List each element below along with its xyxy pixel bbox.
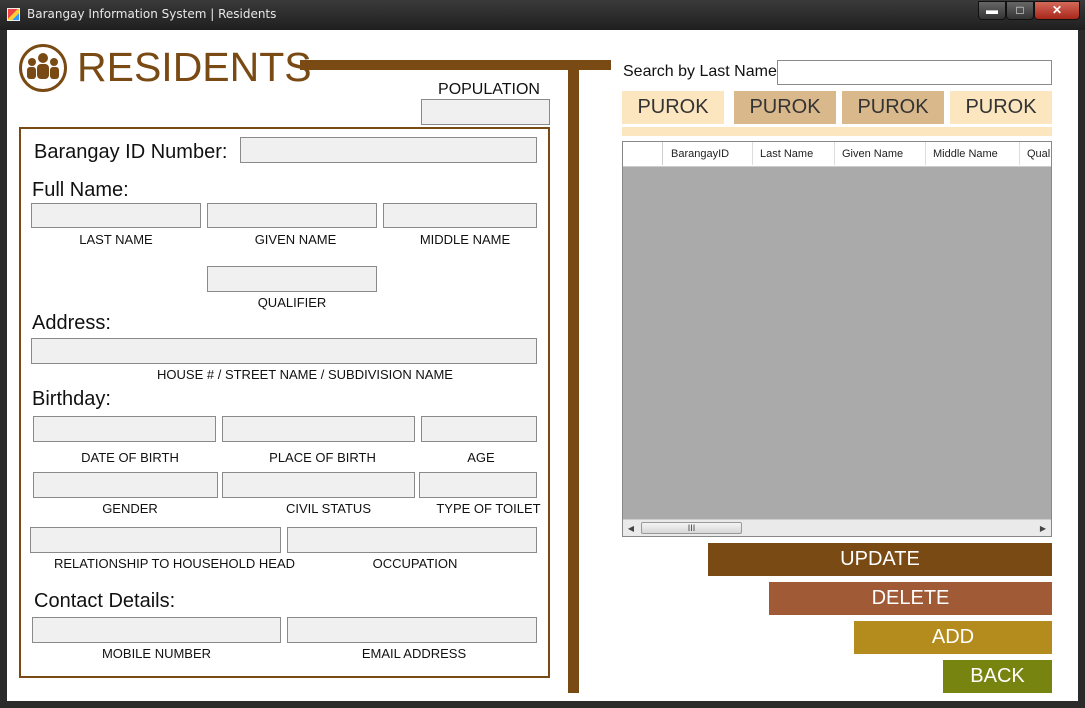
occupation-input[interactable] xyxy=(287,527,537,553)
qualifier-input[interactable] xyxy=(207,266,377,292)
qualifier-caption: QUALIFIER xyxy=(257,295,327,310)
middle-name-input[interactable] xyxy=(383,203,537,228)
relationship-caption: RELATIONSHIP TO HOUSEHOLD HEAD xyxy=(53,556,296,571)
full-name-label: Full Name: xyxy=(32,179,129,201)
grid-corner-cell[interactable] xyxy=(623,142,663,165)
purok-tab-2[interactable]: PUROK xyxy=(734,91,836,124)
age-input[interactable] xyxy=(421,416,537,442)
birthday-label: Birthday: xyxy=(32,388,111,410)
grid-header: BarangayID Last Name Given Name Middle N… xyxy=(623,142,1051,167)
window-titlebar: Barangay Information System | Residents … xyxy=(0,0,1085,30)
delete-button[interactable]: DELETE xyxy=(769,582,1052,615)
last-name-input[interactable] xyxy=(31,203,201,228)
population-field[interactable] xyxy=(421,99,550,125)
purok-strip xyxy=(622,127,1052,136)
gender-caption: GENDER xyxy=(102,501,158,516)
grid-horizontal-scrollbar[interactable]: ◀ III ▶ xyxy=(623,519,1051,536)
mobile-number-input[interactable] xyxy=(32,617,281,643)
middle-name-caption: MIDDLE NAME xyxy=(419,232,511,247)
occupation-caption: OCCUPATION xyxy=(372,556,458,571)
residents-icon xyxy=(19,44,67,92)
place-of-birth-caption: PLACE OF BIRTH xyxy=(269,450,376,465)
address-input[interactable] xyxy=(31,338,537,364)
place-of-birth-input[interactable] xyxy=(222,416,415,442)
given-name-input[interactable] xyxy=(207,203,377,228)
given-name-caption: GIVEN NAME xyxy=(254,232,337,247)
address-label: Address: xyxy=(32,312,111,334)
add-button[interactable]: ADD xyxy=(854,621,1052,654)
update-button[interactable]: UPDATE xyxy=(708,543,1052,576)
address-caption: HOUSE # / STREET NAME / SUBDIVISION NAME xyxy=(157,367,453,382)
email-address-input[interactable] xyxy=(287,617,537,643)
purok-tab-3[interactable]: PUROK xyxy=(842,91,944,124)
mobile-number-caption: MOBILE NUMBER xyxy=(101,646,212,661)
scroll-right-icon[interactable]: ▶ xyxy=(1036,521,1050,536)
date-of-birth-input[interactable] xyxy=(33,416,216,442)
search-last-name-input[interactable] xyxy=(777,60,1052,85)
window-title: Barangay Information System | Residents xyxy=(27,7,277,21)
date-of-birth-caption: DATE OF BIRTH xyxy=(81,450,179,465)
app-icon xyxy=(7,8,20,21)
column-header-middle-name[interactable]: Middle Name xyxy=(926,142,1020,165)
residents-grid[interactable]: BarangayID Last Name Given Name Middle N… xyxy=(622,141,1052,537)
column-header-given-name[interactable]: Given Name xyxy=(835,142,926,165)
decorative-bar-horizontal xyxy=(300,60,611,70)
contact-details-label: Contact Details: xyxy=(34,590,176,612)
civil-status-caption: CIVIL STATUS xyxy=(286,501,371,516)
population-label: POPULATION xyxy=(438,81,540,98)
last-name-caption: LAST NAME xyxy=(79,232,153,247)
purok-tab-4[interactable]: PUROK xyxy=(950,91,1052,124)
search-label: Search by Last Name: xyxy=(623,63,782,80)
minimize-button[interactable]: ▬ xyxy=(978,1,1006,20)
scroll-thumb[interactable]: III xyxy=(641,522,742,534)
relationship-input[interactable] xyxy=(30,527,281,553)
column-header-qualifier[interactable]: Quali xyxy=(1020,142,1051,165)
back-button[interactable]: BACK xyxy=(943,660,1052,693)
column-header-barangayid[interactable]: BarangayID xyxy=(664,142,753,165)
barangay-id-label: Barangay ID Number: xyxy=(34,141,228,163)
scroll-left-icon[interactable]: ◀ xyxy=(624,521,638,536)
close-button[interactable]: ✕ xyxy=(1034,1,1080,20)
civil-status-select[interactable] xyxy=(222,472,415,498)
age-caption: AGE xyxy=(467,450,495,465)
barangay-id-input[interactable] xyxy=(240,137,537,163)
page-title: RESIDENTS xyxy=(77,44,312,90)
purok-tab-1[interactable]: PUROK xyxy=(622,91,724,124)
column-header-last-name[interactable]: Last Name xyxy=(753,142,835,165)
type-of-toilet-caption: TYPE OF TOILET xyxy=(436,501,541,516)
email-address-caption: EMAIL ADDRESS xyxy=(361,646,467,661)
type-of-toilet-select[interactable] xyxy=(419,472,537,498)
gender-select[interactable] xyxy=(33,472,218,498)
maximize-button[interactable]: □ xyxy=(1006,1,1034,20)
